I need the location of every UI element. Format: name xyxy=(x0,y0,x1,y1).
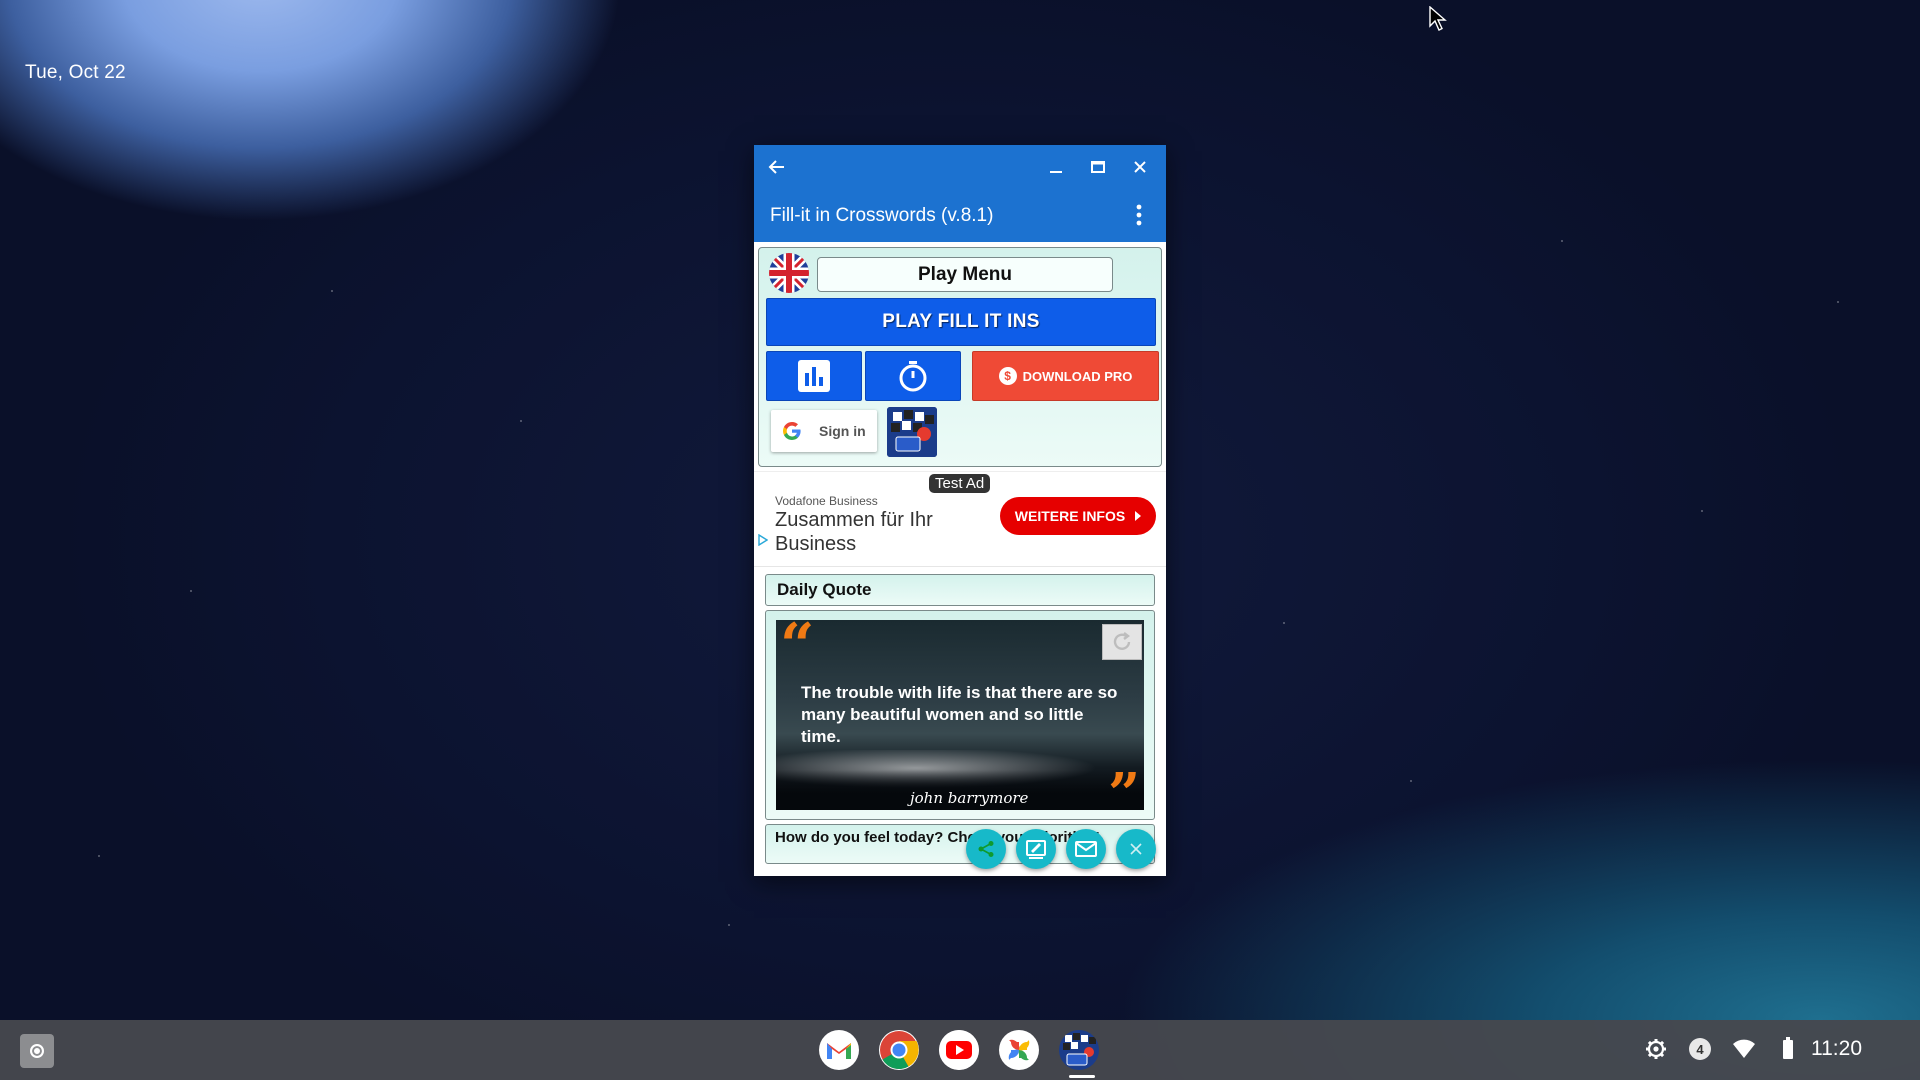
more-vert-icon xyxy=(1136,204,1142,226)
notification-count-badge: 4 xyxy=(1689,1038,1711,1060)
minimize-icon xyxy=(1050,171,1062,173)
app-title: Fill-it in Crosswords (v.8.1) xyxy=(770,205,994,226)
play-fill-it-ins-button[interactable]: PLAY FILL IT INS xyxy=(766,298,1156,346)
ad-cta-button[interactable]: WEITERE INFOS xyxy=(1000,497,1156,535)
daily-quote-header: Daily Quote xyxy=(765,574,1155,606)
maximize-button[interactable] xyxy=(1083,152,1113,182)
app-content: Play Menu PLAY FILL IT INS $ DOWNLOAD PR… xyxy=(754,242,1166,876)
fill-in-puzzles-app-icon[interactable] xyxy=(887,407,937,457)
feedback-fab[interactable] xyxy=(1016,829,1056,869)
test-ad-badge: Test Ad xyxy=(929,474,991,493)
google-sign-in-button[interactable]: Sign in xyxy=(771,410,877,452)
quote-image: “ ” The trouble with life is that there … xyxy=(776,620,1144,810)
shelf-app-chrome[interactable] xyxy=(879,1030,919,1070)
desktop-date: Tue, Oct 22 xyxy=(25,62,126,83)
statistics-button[interactable] xyxy=(766,351,862,401)
email-fab[interactable] xyxy=(1066,829,1106,869)
refresh-icon xyxy=(1113,632,1131,650)
overflow-menu-button[interactable] xyxy=(1124,200,1154,230)
timer-button[interactable] xyxy=(865,351,961,401)
back-arrow-icon xyxy=(768,160,784,174)
gear-icon xyxy=(1646,1039,1666,1059)
bar-chart-icon xyxy=(798,360,830,392)
email-icon xyxy=(1075,841,1097,857)
download-pro-label: DOWNLOAD PRO xyxy=(1022,368,1133,384)
active-app-indicator xyxy=(1069,1075,1095,1078)
ad-cta-label: WEITERE INFOS xyxy=(1014,508,1126,524)
fill-it-in-puzzles-icon xyxy=(1063,1033,1096,1066)
banner-ad[interactable]: Test Ad Vodafone Business Zusammen für I… xyxy=(754,471,1166,567)
shelf-clock[interactable]: 11:20 xyxy=(1811,1037,1862,1061)
open-quote-icon: “ xyxy=(780,620,815,681)
battery-tray-button[interactable] xyxy=(1782,1037,1794,1059)
gmail-icon xyxy=(827,1043,851,1059)
mouse-cursor-icon xyxy=(1429,6,1447,31)
feedback-edit-icon xyxy=(1026,840,1046,859)
sign-in-label: Sign in xyxy=(819,423,866,439)
close-icon xyxy=(1134,161,1146,173)
close-fab[interactable] xyxy=(1116,829,1156,869)
launcher-icon xyxy=(30,1044,44,1058)
maximize-icon xyxy=(1091,161,1105,173)
close-quote-icon: ” xyxy=(1108,761,1141,810)
settings-tray-button[interactable] xyxy=(1645,1038,1667,1060)
shelf-app-fill-it-in[interactable] xyxy=(1059,1030,1099,1070)
battery-icon xyxy=(1783,1037,1793,1059)
youtube-icon xyxy=(939,1030,979,1070)
chrome-icon xyxy=(880,1031,919,1070)
wifi-tray-button[interactable] xyxy=(1732,1039,1756,1059)
shelf: 4 11:20 xyxy=(0,1020,1920,1080)
google-g-icon xyxy=(783,422,801,440)
caret-right-icon xyxy=(1135,511,1142,521)
download-pro-button[interactable]: $ DOWNLOAD PRO xyxy=(972,351,1159,401)
back-button[interactable] xyxy=(762,152,792,182)
play-menu-title: Play Menu xyxy=(817,257,1113,292)
ad-advertiser: Vodafone Business xyxy=(775,494,878,508)
minimize-button[interactable] xyxy=(1041,152,1071,182)
refresh-quote-button[interactable] xyxy=(1102,624,1142,660)
shelf-app-photos[interactable] xyxy=(999,1030,1039,1070)
ad-choices-icon[interactable] xyxy=(758,534,768,546)
app-window: Fill-it in Crosswords (v.8.1) Play Menu … xyxy=(754,145,1166,876)
daily-quote-card: “ ” The trouble with life is that there … xyxy=(765,610,1155,820)
window-titlebar: Fill-it in Crosswords (v.8.1) xyxy=(754,145,1166,242)
close-icon xyxy=(1130,843,1142,855)
quote-author: john barrymore xyxy=(910,789,1029,807)
close-button[interactable] xyxy=(1125,152,1155,182)
shelf-app-youtube[interactable] xyxy=(939,1030,979,1070)
shelf-app-gmail[interactable] xyxy=(819,1030,859,1070)
wifi-icon xyxy=(1733,1039,1755,1058)
share-fab[interactable] xyxy=(966,829,1006,869)
ad-headline[interactable]: Zusammen für Ihr Business xyxy=(775,508,975,556)
share-icon xyxy=(978,841,994,857)
photos-icon xyxy=(1008,1039,1030,1061)
launcher-button[interactable] xyxy=(20,1034,54,1068)
notification-tray-button[interactable]: 4 xyxy=(1689,1038,1711,1060)
play-panel: Play Menu PLAY FILL IT INS $ DOWNLOAD PR… xyxy=(758,247,1162,467)
stopwatch-icon xyxy=(899,361,927,392)
uk-flag-language-icon[interactable] xyxy=(769,253,809,293)
dollar-icon: $ xyxy=(998,367,1017,385)
quote-text: The trouble with life is that there are … xyxy=(801,683,1118,746)
